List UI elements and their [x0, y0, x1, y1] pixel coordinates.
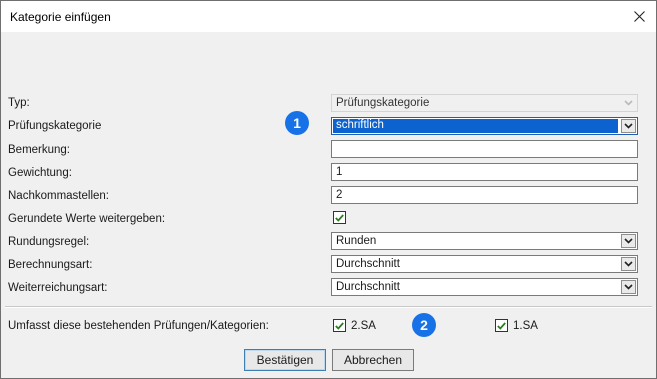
umfasst-checkbox-1sa[interactable] — [495, 319, 508, 332]
weiterreichungsart-select[interactable]: Durchschnitt — [331, 278, 638, 296]
separator — [5, 306, 652, 308]
berechnungsart-value: Durchschnitt — [336, 258, 400, 270]
umfasst-item-label: 1.SA — [513, 320, 538, 332]
gewichtung-input[interactable]: 1 — [331, 163, 638, 181]
pruefungskategorie-select[interactable]: schriftlich — [331, 117, 638, 135]
nachkommastellen-input[interactable]: 2 — [331, 186, 638, 204]
berechnungsart-select[interactable]: Durchschnitt — [331, 255, 638, 273]
rundungsregel-value: Runden — [336, 235, 377, 247]
cancel-button[interactable]: Abbrechen — [332, 349, 414, 371]
title-bar: Kategorie einfügen — [1, 1, 656, 32]
gewichtung-value: 1 — [336, 166, 343, 178]
close-button[interactable] — [622, 1, 656, 32]
typ-value: Prüfungskategorie — [336, 97, 430, 109]
nachkommastellen-label: Nachkommastellen: — [8, 190, 109, 202]
nachkommastellen-value: 2 — [336, 189, 343, 201]
checkmark-icon — [335, 213, 344, 222]
gerundete-checkbox[interactable] — [333, 211, 346, 224]
callout-badge-2: 2 — [412, 313, 436, 337]
chevron-down-icon[interactable] — [621, 257, 636, 271]
typ-label: Typ: — [8, 97, 30, 109]
chevron-down-icon[interactable] — [621, 280, 636, 294]
umfasst-item-label: 2.SA — [351, 320, 376, 332]
bemerkung-input[interactable] — [331, 140, 638, 158]
chevron-down-icon — [621, 96, 636, 110]
chevron-down-icon[interactable] — [621, 119, 636, 133]
close-icon — [633, 11, 645, 22]
pruefungskategorie-value: schriftlich — [336, 119, 384, 131]
typ-select[interactable]: Prüfungskategorie — [331, 94, 638, 112]
chevron-down-icon[interactable] — [621, 234, 636, 248]
rundungsregel-label: Rundungsregel: — [8, 236, 90, 248]
gewichtung-label: Gewichtung: — [8, 167, 72, 179]
dialog-window: Kategorie einfügen Typ: Prüfungskategori… — [0, 0, 657, 379]
checkmark-icon — [335, 321, 344, 330]
confirm-button[interactable]: Bestätigen — [244, 349, 326, 371]
pruefungskategorie-label: Prüfungskategorie — [8, 120, 102, 132]
gerundete-label: Gerundete Werte weitergeben: — [8, 213, 166, 225]
checkmark-icon — [497, 321, 506, 330]
bemerkung-label: Bemerkung: — [8, 144, 71, 156]
dialog-title: Kategorie einfügen — [10, 10, 111, 24]
umfasst-label: Umfasst diese bestehenden Prüfungen/Kate… — [8, 320, 269, 332]
weiterreichungsart-label: Weiterreichungsart: — [8, 282, 108, 294]
callout-badge-1: 1 — [285, 111, 309, 135]
rundungsregel-select[interactable]: Runden — [331, 232, 638, 250]
umfasst-checkbox-2sa[interactable] — [333, 319, 346, 332]
weiterreichungsart-value: Durchschnitt — [336, 281, 400, 293]
berechnungsart-label: Berechnungsart: — [8, 259, 93, 271]
